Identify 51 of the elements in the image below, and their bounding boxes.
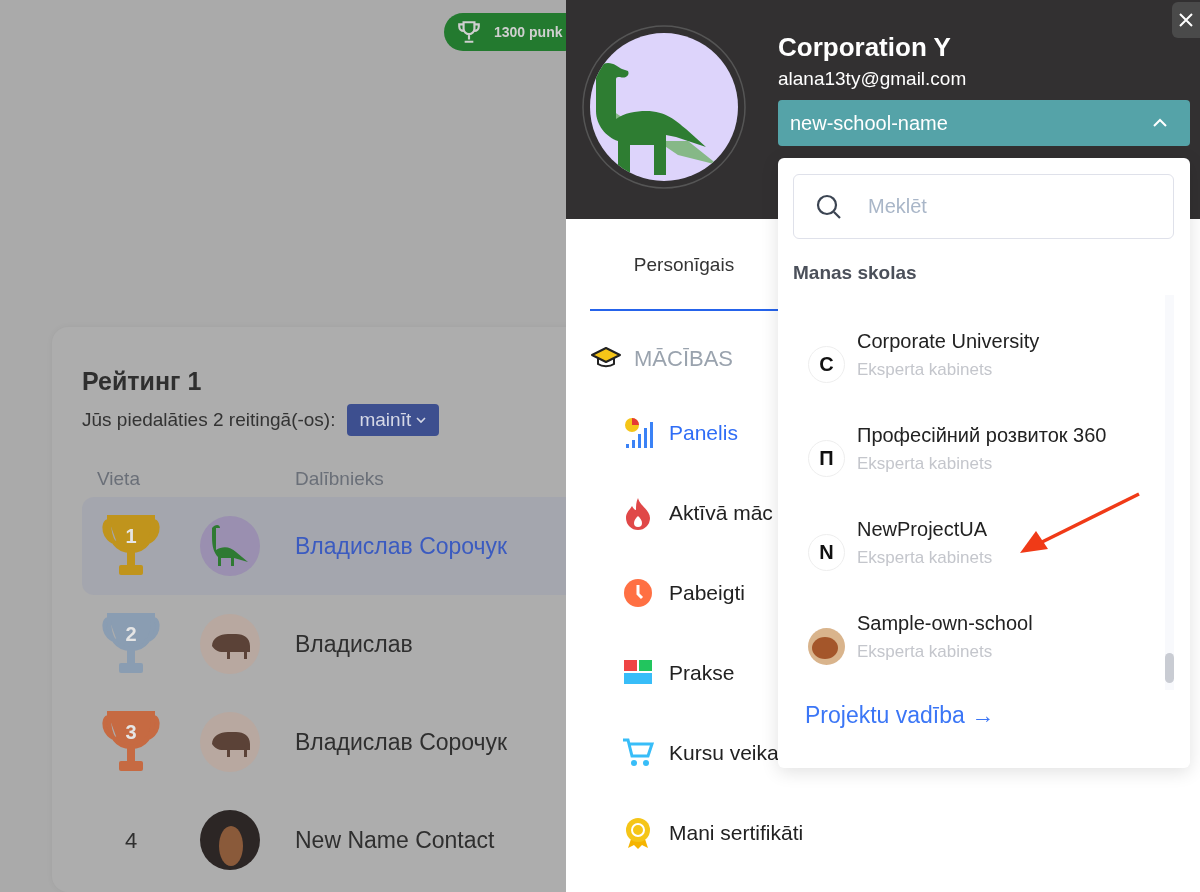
photo-placeholder	[200, 810, 260, 870]
nav-item[interactable]: Panelis	[566, 393, 742, 473]
school-role: Eksperta kabinets	[857, 641, 994, 663]
participant-name: Владислав Сорочук	[295, 727, 508, 757]
close-button[interactable]	[1172, 2, 1200, 38]
school-name: NewProjectUA	[857, 517, 989, 542]
school-role: Eksperta kabinets	[857, 453, 994, 475]
nav-item[interactable]: Pabeigti	[566, 553, 749, 633]
nav-item[interactable]: Aktīvā māc	[566, 473, 777, 553]
column-header: Dalībnieks	[295, 467, 384, 491]
place-number: 3	[124, 720, 138, 745]
school-name: Професійний розвиток 360	[857, 423, 1107, 448]
project-management-link[interactable]: Projektu vadība →	[805, 698, 995, 733]
school-role: Eksperta kabinets	[857, 359, 994, 381]
school-name: Corporate University	[857, 329, 1040, 354]
school-item[interactable]: П Професійний розвиток 360 Eksperta kabinets	[793, 411, 1165, 505]
participant-name: New Name Contact	[295, 825, 495, 855]
clock-icon	[622, 576, 654, 610]
rating-count-text: Jūs piedalāties 2 reitingā(-os):	[82, 407, 336, 432]
school-role: Eksperta kabinets	[857, 547, 993, 569]
section-title: MĀCĪBAS	[634, 344, 734, 373]
school-item[interactable]: N NewProjectUA Eksperta kabinets	[793, 505, 1165, 599]
chart-icon	[622, 416, 654, 450]
place-number: 2	[124, 622, 138, 647]
nav-item[interactable]: Kursu veika	[566, 713, 783, 793]
trophy-icon	[456, 19, 482, 45]
change-rating-button[interactable]: mainīt	[347, 404, 440, 436]
photo-placeholder	[808, 627, 845, 665]
dinosaur-avatar	[200, 516, 260, 576]
bison-avatar	[200, 614, 260, 674]
nav-item[interactable]: Mani sertifikāti	[566, 793, 808, 873]
profile-name: Corporation Y	[778, 31, 951, 64]
chevron-up-icon	[1152, 118, 1168, 128]
school-item[interactable]: Sample-own-school Eksperta kabinets	[793, 599, 1165, 693]
participant-name: Владислав	[295, 629, 413, 659]
close-icon	[1178, 12, 1194, 28]
school-name: Sample-own-school	[857, 611, 1033, 636]
place-number: 4	[124, 826, 138, 855]
bison-avatar	[200, 712, 260, 772]
chevron-down-icon	[415, 414, 428, 426]
column-header: Vieta	[96, 467, 141, 491]
search-icon	[815, 193, 843, 221]
place-number: 1	[124, 524, 138, 549]
card-title: Рейтинг 1	[82, 366, 203, 397]
scrollbar-thumb[interactable]	[1165, 653, 1174, 683]
profile-email: alana13ty@gmail.com	[778, 67, 967, 91]
search-field[interactable]: Meklēt	[793, 174, 1174, 239]
nav-item[interactable]: Prakse	[566, 633, 739, 713]
graduation-cap-icon	[590, 346, 622, 370]
school-item[interactable]: C Corporate University Eksperta kabinets	[793, 317, 1165, 411]
list-heading: Manas skolas	[793, 261, 918, 285]
